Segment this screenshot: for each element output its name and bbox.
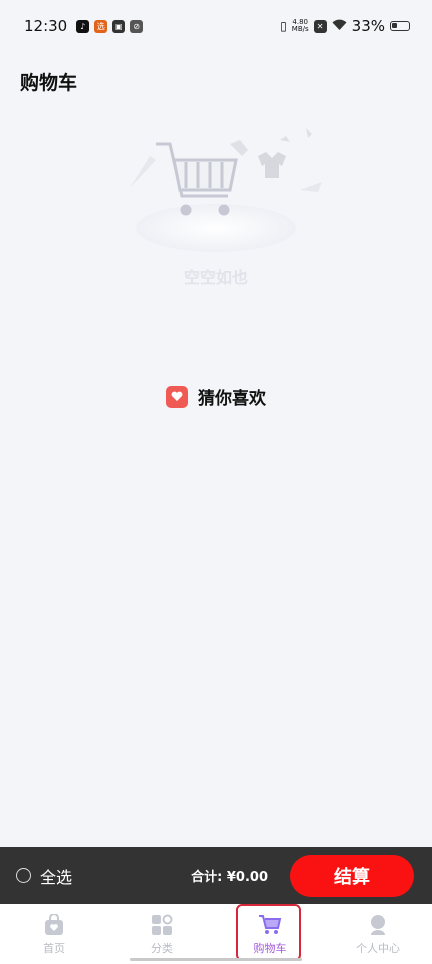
platform-shape	[136, 204, 296, 252]
tab-category-label: 分类	[151, 942, 173, 955]
message-icon: ▣	[112, 19, 126, 33]
cart-icon	[259, 915, 282, 934]
select-all[interactable]: 全选	[16, 864, 72, 888]
small-cloth-icon	[306, 128, 312, 138]
select-all-label: 全选	[40, 867, 73, 887]
vibrate-icon: ▯	[280, 19, 287, 33]
status-left: 12:30 ♪ 选 ▣ ⊘	[24, 17, 144, 35]
total-amount: 合计: ¥0.00	[191, 866, 268, 885]
streak-left	[130, 156, 156, 188]
total-value: ¥0.00	[226, 870, 268, 885]
total-label: 合计:	[191, 870, 223, 885]
checkout-bar: 全选 合计: ¥0.00 结算	[0, 847, 432, 904]
tab-profile-label: 个人中心	[356, 942, 400, 955]
tab-category[interactable]: 分类	[108, 904, 216, 964]
guess-title: 猜你喜欢	[198, 389, 266, 409]
tiktok-icon: ♪	[76, 19, 90, 33]
status-bar: 12:30 ♪ 选 ▣ ⊘ ▯ 4.80 MB/s ✕ 33%	[0, 0, 432, 52]
small-piece-icon	[280, 136, 290, 142]
battery-icon	[390, 21, 410, 31]
tab-cart-label: 购物车	[253, 942, 287, 955]
empty-text: 空空如也	[183, 268, 248, 287]
net-speed: 4.80 MB/s	[292, 19, 309, 33]
checkout-button[interactable]: 结算	[290, 854, 414, 897]
category-icon	[152, 914, 173, 935]
tab-home-label: 首页	[43, 942, 65, 955]
nosim-icon: ✕	[313, 19, 327, 33]
cart-icon	[156, 142, 238, 216]
select-all-radio[interactable]	[16, 868, 31, 883]
streak-right	[300, 182, 322, 192]
cloth-icon	[230, 140, 248, 156]
tab-profile[interactable]: 个人中心	[324, 904, 432, 964]
tab-home[interactable]: 首页	[0, 904, 108, 964]
page-title: 购物车	[20, 72, 78, 94]
wifi-icon	[332, 17, 347, 35]
status-time: 12:30	[24, 17, 68, 35]
home-bag-icon	[45, 914, 63, 935]
tab-bar: 首页 分类 购物车 个人中心	[0, 904, 432, 964]
heart-icon	[166, 385, 188, 408]
home-indicator[interactable]	[130, 958, 302, 961]
tab-cart[interactable]: 购物车	[216, 904, 324, 964]
tshirt-icon	[258, 152, 286, 178]
status-right: ▯ 4.80 MB/s ✕ 33%	[280, 17, 410, 35]
app-icon: 选	[94, 19, 108, 33]
link-icon: ⊘	[130, 19, 144, 33]
battery-percent: 33%	[351, 17, 385, 35]
guess-you-like-header: 猜你喜欢	[0, 384, 432, 409]
net-speed-unit: MB/s	[291, 25, 309, 33]
user-icon	[371, 915, 385, 935]
